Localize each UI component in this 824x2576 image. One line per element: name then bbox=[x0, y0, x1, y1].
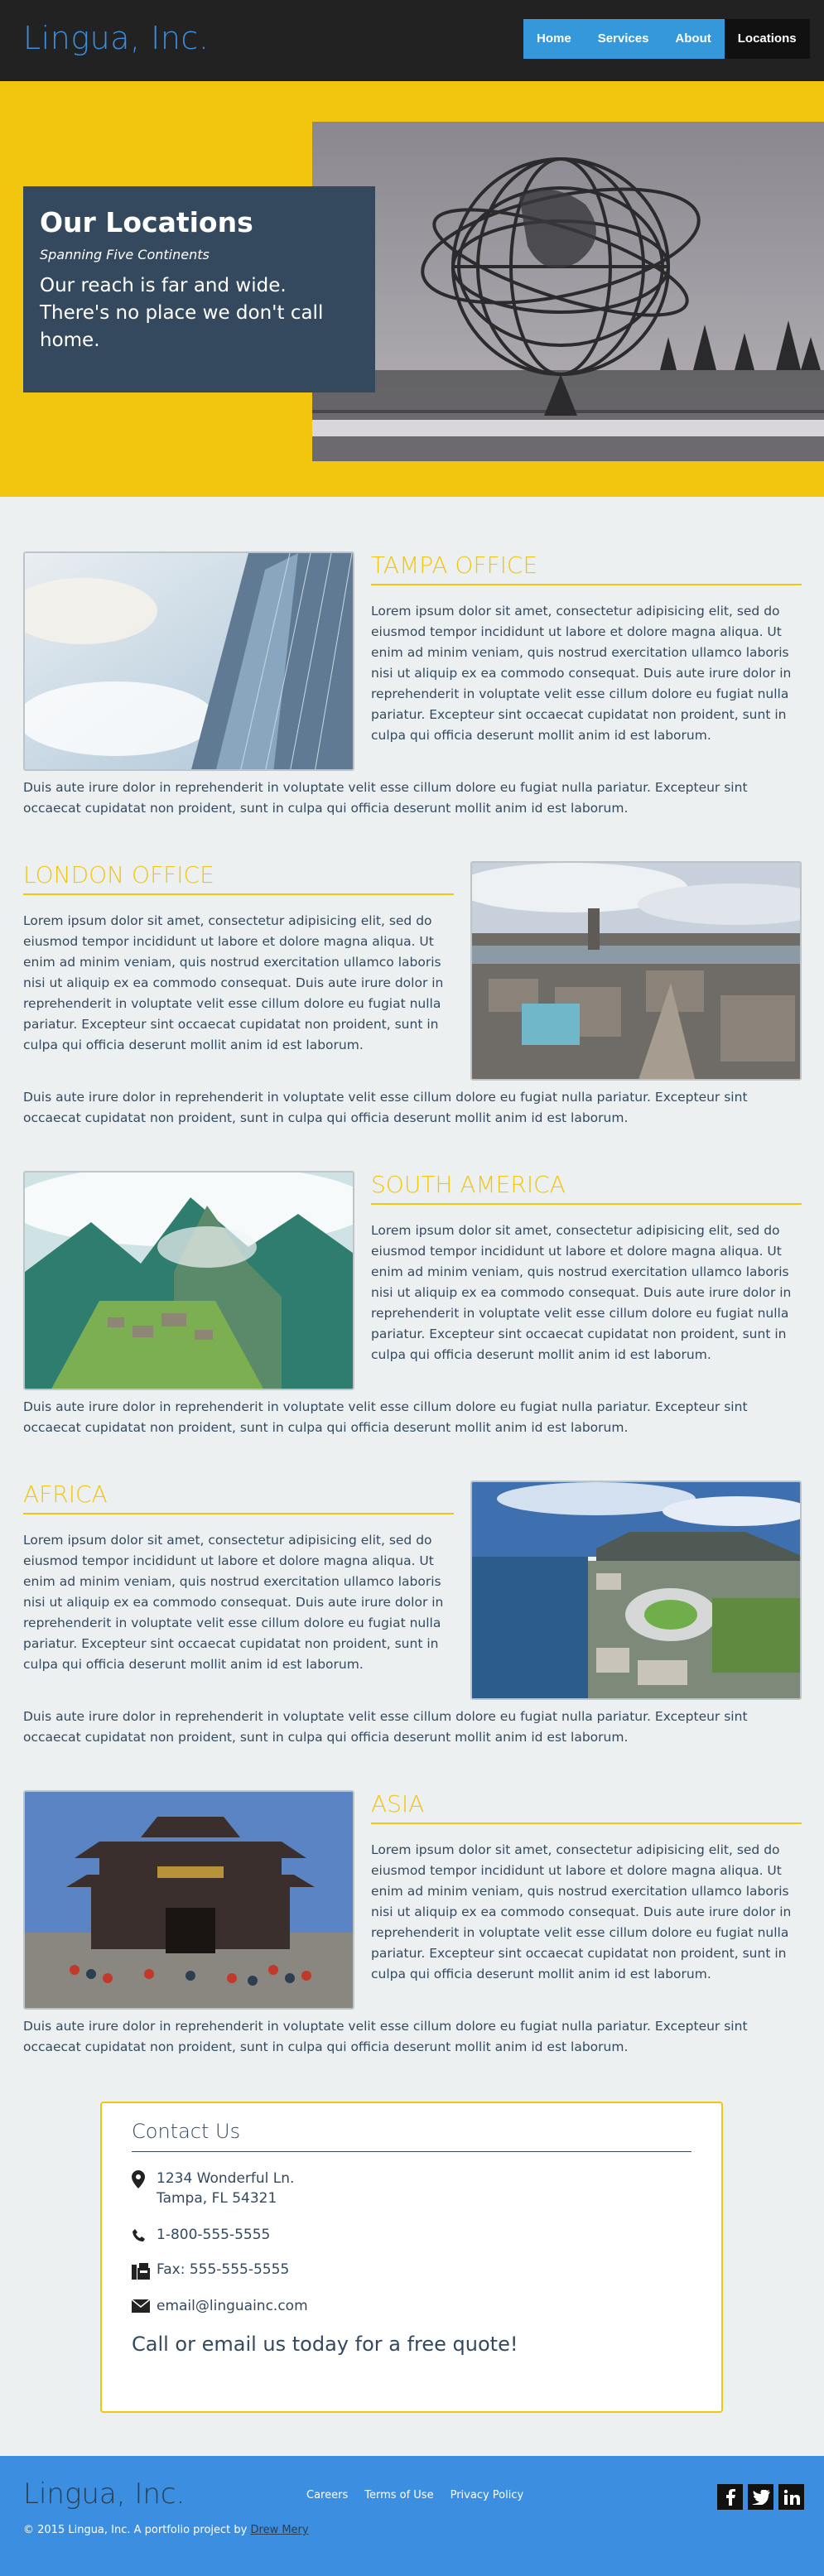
office-title: TAMPA OFFICE bbox=[371, 551, 802, 585]
hero-title: Our Locations bbox=[40, 206, 253, 238]
fax-number: Fax: 555-555-5555 bbox=[157, 2261, 290, 2278]
office-title: LONDON OFFICE bbox=[23, 861, 454, 895]
linkedin-icon[interactable] bbox=[778, 2484, 804, 2510]
hero-subtitle: Spanning Five Continents bbox=[40, 247, 210, 262]
office-section-tampa: TAMPA OFFICE Lorem ipsum dolor sit amet,… bbox=[23, 551, 802, 825]
office-description: Lorem ipsum dolor sit amet, consectetur … bbox=[371, 1842, 792, 1981]
footer-copyright: © 2015 Lingua, Inc. A portfolio project … bbox=[23, 2524, 309, 2536]
social-links bbox=[717, 2484, 804, 2510]
copyright-text: © 2015 Lingua, Inc. A portfolio project … bbox=[23, 2524, 251, 2536]
hero-banner: Our Locations Spanning Five Continents O… bbox=[0, 81, 824, 497]
contact-cta: Call or email us today for a free quote! bbox=[132, 2333, 518, 2356]
office-title: SOUTH AMERICA bbox=[371, 1171, 802, 1205]
office-title: AFRICA bbox=[23, 1481, 454, 1514]
nav-locations[interactable]: Locations bbox=[724, 19, 810, 59]
office-more-text: Duis aute irure dolor in reprehenderit i… bbox=[23, 1090, 748, 1125]
cape-town-photo bbox=[470, 1481, 802, 1700]
envelope-icon bbox=[132, 2298, 157, 2313]
footer-link-careers[interactable]: Careers bbox=[306, 2489, 348, 2501]
office-more-text: Duis aute irure dolor in reprehenderit i… bbox=[23, 2019, 748, 2054]
nav-about[interactable]: About bbox=[662, 19, 725, 59]
nav-home[interactable]: Home bbox=[523, 19, 585, 59]
site-header: Lingua, Inc. Home Services About Locatio… bbox=[0, 0, 824, 81]
office-description: Lorem ipsum dolor sit amet, consectetur … bbox=[371, 1223, 792, 1362]
site-logo[interactable]: Lingua, Inc. bbox=[23, 20, 209, 56]
asia-temple-photo bbox=[23, 1790, 354, 2010]
author-link[interactable]: Drew Mery bbox=[251, 2524, 309, 2536]
twitter-icon[interactable] bbox=[748, 2484, 773, 2510]
contact-email: email@linguainc.com bbox=[132, 2298, 691, 2314]
address-line1: 1234 Wonderful Ln. bbox=[157, 2170, 295, 2187]
office-title: ASIA bbox=[371, 1790, 802, 1824]
contact-card: Contact Us 1234 Wonderful Ln. Tampa, FL … bbox=[100, 2102, 723, 2413]
unisphere-photo bbox=[312, 122, 824, 461]
main-nav: Home Services About Locations bbox=[523, 19, 810, 59]
footer-links: Careers Terms of Use Privacy Policy bbox=[306, 2489, 523, 2501]
office-section-asia: ASIA Lorem ipsum dolor sit amet, consect… bbox=[23, 1790, 802, 2063]
footer-logo[interactable]: Lingua, Inc. bbox=[23, 2477, 185, 2511]
contact-address: 1234 Wonderful Ln. Tampa, FL 54321 bbox=[132, 2169, 691, 2208]
tampa-office-photo bbox=[23, 551, 354, 771]
email-address[interactable]: email@linguainc.com bbox=[157, 2298, 308, 2314]
office-description: Lorem ipsum dolor sit amet, consectetur … bbox=[371, 604, 792, 743]
facebook-icon[interactable] bbox=[717, 2484, 743, 2510]
address-line2: Tampa, FL 54321 bbox=[157, 2190, 277, 2207]
office-more-text: Duis aute irure dolor in reprehenderit i… bbox=[23, 1399, 748, 1435]
hero-tagline: Our reach is far and wide. There's no pl… bbox=[40, 275, 324, 351]
contact-phone: 1-800-555-5555 bbox=[132, 2227, 691, 2243]
hero-card: Our Locations Spanning Five Continents O… bbox=[23, 186, 375, 392]
contact-title: Contact Us bbox=[132, 2120, 691, 2152]
map-marker-icon bbox=[132, 2169, 157, 2188]
office-section-south-america: SOUTH AMERICA Lorem ipsum dolor sit amet… bbox=[23, 1171, 802, 1444]
fax-icon bbox=[132, 2261, 157, 2280]
machu-picchu-photo bbox=[23, 1171, 354, 1390]
office-more-text: Duis aute irure dolor in reprehenderit i… bbox=[23, 1709, 748, 1745]
footer-link-terms[interactable]: Terms of Use bbox=[364, 2489, 433, 2501]
office-more-text: Duis aute irure dolor in reprehenderit i… bbox=[23, 780, 748, 816]
phone-number[interactable]: 1-800-555-5555 bbox=[157, 2227, 270, 2243]
office-section-london: LONDON OFFICE Lorem ipsum dolor sit amet… bbox=[23, 861, 802, 1134]
office-description: Lorem ipsum dolor sit amet, consectetur … bbox=[23, 1533, 444, 1672]
london-office-photo bbox=[470, 861, 802, 1081]
nav-services[interactable]: Services bbox=[584, 19, 663, 59]
site-footer: Lingua, Inc. Careers Terms of Use Privac… bbox=[0, 2456, 824, 2576]
footer-link-privacy[interactable]: Privacy Policy bbox=[451, 2489, 524, 2501]
phone-icon bbox=[132, 2227, 157, 2243]
office-section-africa: AFRICA Lorem ipsum dolor sit amet, conse… bbox=[23, 1481, 802, 1754]
office-description: Lorem ipsum dolor sit amet, consectetur … bbox=[23, 913, 444, 1052]
contact-fax: Fax: 555-555-5555 bbox=[132, 2261, 691, 2280]
